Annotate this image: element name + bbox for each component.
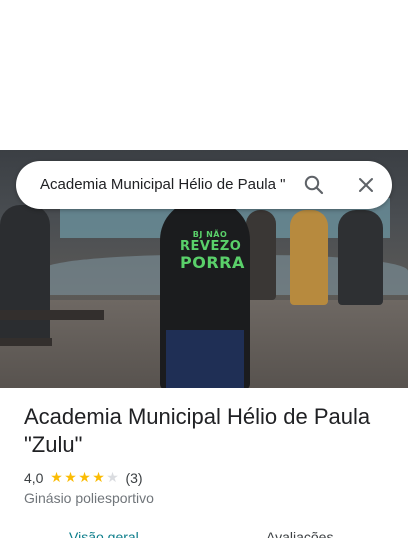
person-figure — [290, 210, 328, 305]
bench — [0, 338, 52, 346]
shirt-print-line: REVEZO — [180, 239, 242, 254]
bench — [0, 310, 104, 320]
review-count[interactable]: (3) — [125, 470, 142, 486]
person-figure-main — [160, 200, 250, 388]
search-input[interactable]: Academia Municipal Hélio de Paula " — [40, 161, 302, 209]
place-title: Academia Municipal Hélio de Paula "Zulu" — [24, 404, 371, 457]
tab-overview[interactable]: Visão geral — [69, 528, 139, 538]
person-figure — [246, 210, 276, 300]
star-full-icon: ★ — [50, 470, 63, 486]
shirt-print-line: PORRA — [180, 253, 245, 272]
rating-stars: ★ ★ ★ ★ ★ — [49, 471, 119, 485]
search-icon[interactable] — [302, 173, 326, 197]
place-category[interactable]: Ginásio poliesportivo — [24, 490, 154, 506]
close-icon[interactable] — [354, 173, 378, 197]
rating-row[interactable]: 4,0 ★ ★ ★ ★ ★ (3) — [24, 469, 143, 487]
search-bar: Academia Municipal Hélio de Paula " — [16, 161, 392, 209]
person-figure — [338, 210, 383, 305]
star-full-icon: ★ — [92, 470, 105, 486]
person-figure — [0, 205, 50, 345]
star-empty-icon: ★ — [106, 470, 119, 486]
shirt-print: BJ NÃO REVEZO PORRA — [180, 230, 245, 272]
star-full-icon: ★ — [64, 470, 77, 486]
person-legs — [166, 330, 244, 388]
tab-reviews[interactable]: Avaliações — [266, 528, 333, 538]
rating-value: 4,0 — [24, 470, 44, 486]
star-full-icon: ★ — [78, 470, 91, 486]
